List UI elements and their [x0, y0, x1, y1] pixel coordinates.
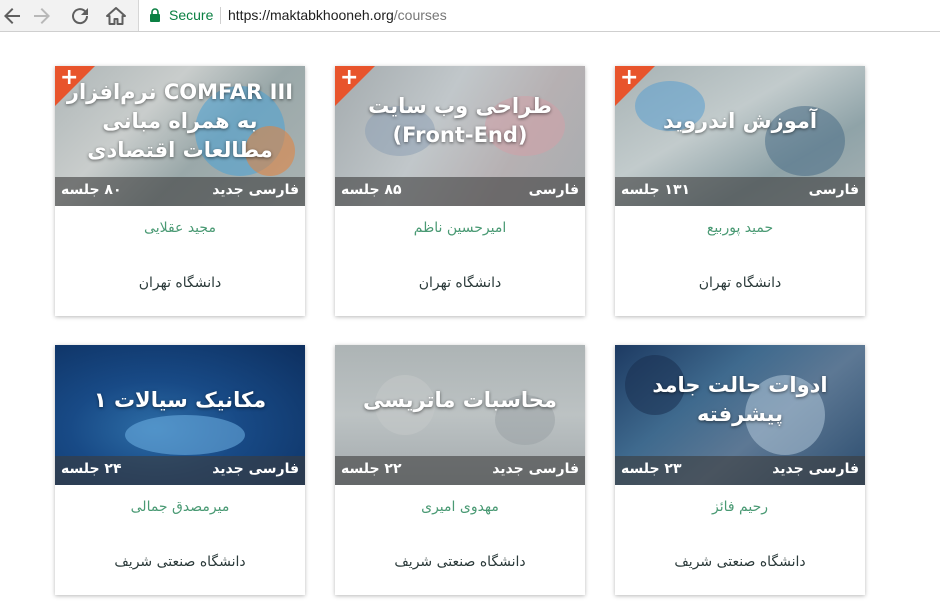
course-university: دانشگاه صنعتی شریف [114, 554, 246, 570]
course-card[interactable]: محاسبات ماتریسی فارسی جدید ۲۲ جلسه مهدوی… [335, 345, 585, 595]
course-thumbnail[interactable]: آموزش اندروید فارسی ۱۳۱ جلسه + [615, 66, 865, 206]
course-university: دانشگاه تهران [138, 275, 222, 291]
back-arrow-icon[interactable] [0, 4, 24, 28]
reload-icon[interactable] [68, 4, 92, 28]
course-sessions: ۸۵ جلسه [341, 182, 402, 198]
address-bar[interactable]: Secure https://maktabkhooneh.org/courses [138, 0, 940, 31]
url-text[interactable]: https://maktabkhooneh.org/courses [228, 7, 447, 23]
course-university: دانشگاه تهران [698, 275, 782, 291]
secure-label: Secure [169, 7, 214, 23]
course-sessions: ۲۴ جلسه [61, 461, 122, 477]
forward-arrow-icon[interactable] [30, 4, 54, 28]
course-thumbnail[interactable]: طراحی وب سایت (Front-End) فارسی ۸۵ جلسه … [335, 66, 585, 206]
course-sessions: ۸۰ جلسه [61, 182, 122, 198]
home-icon[interactable] [104, 4, 128, 28]
course-meta-bar: فارسی جدید ۲۲ جلسه [335, 456, 585, 485]
course-card[interactable]: نرم‌افزار COMFAR III به همراه مبانی مطال… [55, 66, 305, 316]
course-meta-bar: فارسی جدید ۲۴ جلسه [55, 456, 305, 485]
course-teacher[interactable]: حمید پوربیع [615, 220, 865, 236]
course-card[interactable]: آموزش اندروید فارسی ۱۳۱ جلسه + حمید پورب… [615, 66, 865, 316]
course-thumbnail[interactable]: ادوات حالت جامد پیشرفته فارسی جدید ۲۳ جل… [615, 345, 865, 485]
course-university: دانشگاه صنعتی شریف [394, 554, 526, 570]
course-language: فارسی جدید [772, 461, 859, 477]
course-meta-bar: فارسی ۱۳۱ جلسه [615, 177, 865, 206]
course-teacher[interactable]: میرمصدق جمالی [55, 499, 305, 515]
course-meta-bar: فارسی ۸۵ جلسه [335, 177, 585, 206]
course-language: فارسی جدید [212, 182, 299, 198]
course-thumbnail[interactable]: نرم‌افزار COMFAR III به همراه مبانی مطال… [55, 66, 305, 206]
course-thumbnail[interactable]: محاسبات ماتریسی فارسی جدید ۲۲ جلسه [335, 345, 585, 485]
url-host: https://maktabkhooneh.org [228, 7, 394, 23]
course-teacher[interactable]: امیرحسین ناظم [335, 220, 585, 236]
course-language: فارسی جدید [212, 461, 299, 477]
plus-icon[interactable]: + [340, 66, 358, 91]
lock-icon [149, 8, 161, 22]
course-sessions: ۲۲ جلسه [341, 461, 402, 477]
course-sessions: ۱۳۱ جلسه [621, 182, 691, 198]
course-university: دانشگاه صنعتی شریف [674, 554, 806, 570]
course-teacher[interactable]: مجید عقلایی [55, 220, 305, 236]
course-language: فارسی [528, 182, 579, 198]
course-teacher[interactable]: مهدوی امیری [335, 499, 585, 515]
course-card[interactable]: طراحی وب سایت (Front-End) فارسی ۸۵ جلسه … [335, 66, 585, 316]
plus-icon[interactable]: + [60, 66, 78, 91]
course-language: فارسی [808, 182, 859, 198]
course-title: مکانیک سیالات ۱ [93, 387, 267, 412]
course-thumbnail[interactable]: مکانیک سیالات ۱ فارسی جدید ۲۴ جلسه [55, 345, 305, 485]
browser-toolbar: Secure https://maktabkhooneh.org/courses [0, 0, 940, 32]
url-path: /courses [393, 7, 447, 23]
course-meta-bar: فارسی جدید ۸۰ جلسه [55, 177, 305, 206]
course-title: ادوات حالت جامد پیشرفته [652, 373, 828, 426]
course-language: فارسی جدید [492, 461, 579, 477]
course-university: دانشگاه تهران [418, 275, 502, 291]
course-teacher[interactable]: رحیم فائز [615, 499, 865, 515]
course-title: محاسبات ماتریسی [363, 387, 557, 412]
course-title: نرم‌افزار COMFAR III به همراه مبانی مطال… [66, 79, 294, 162]
course-title: طراحی وب سایت (Front-End) [368, 94, 552, 147]
address-separator [220, 7, 221, 24]
course-sessions: ۲۳ جلسه [621, 461, 682, 477]
course-title: آموزش اندروید [662, 108, 818, 133]
course-card[interactable]: مکانیک سیالات ۱ فارسی جدید ۲۴ جلسه میرمص… [55, 345, 305, 595]
course-card[interactable]: ادوات حالت جامد پیشرفته فارسی جدید ۲۳ جل… [615, 345, 865, 595]
course-meta-bar: فارسی جدید ۲۳ جلسه [615, 456, 865, 485]
plus-icon[interactable]: + [620, 66, 638, 91]
